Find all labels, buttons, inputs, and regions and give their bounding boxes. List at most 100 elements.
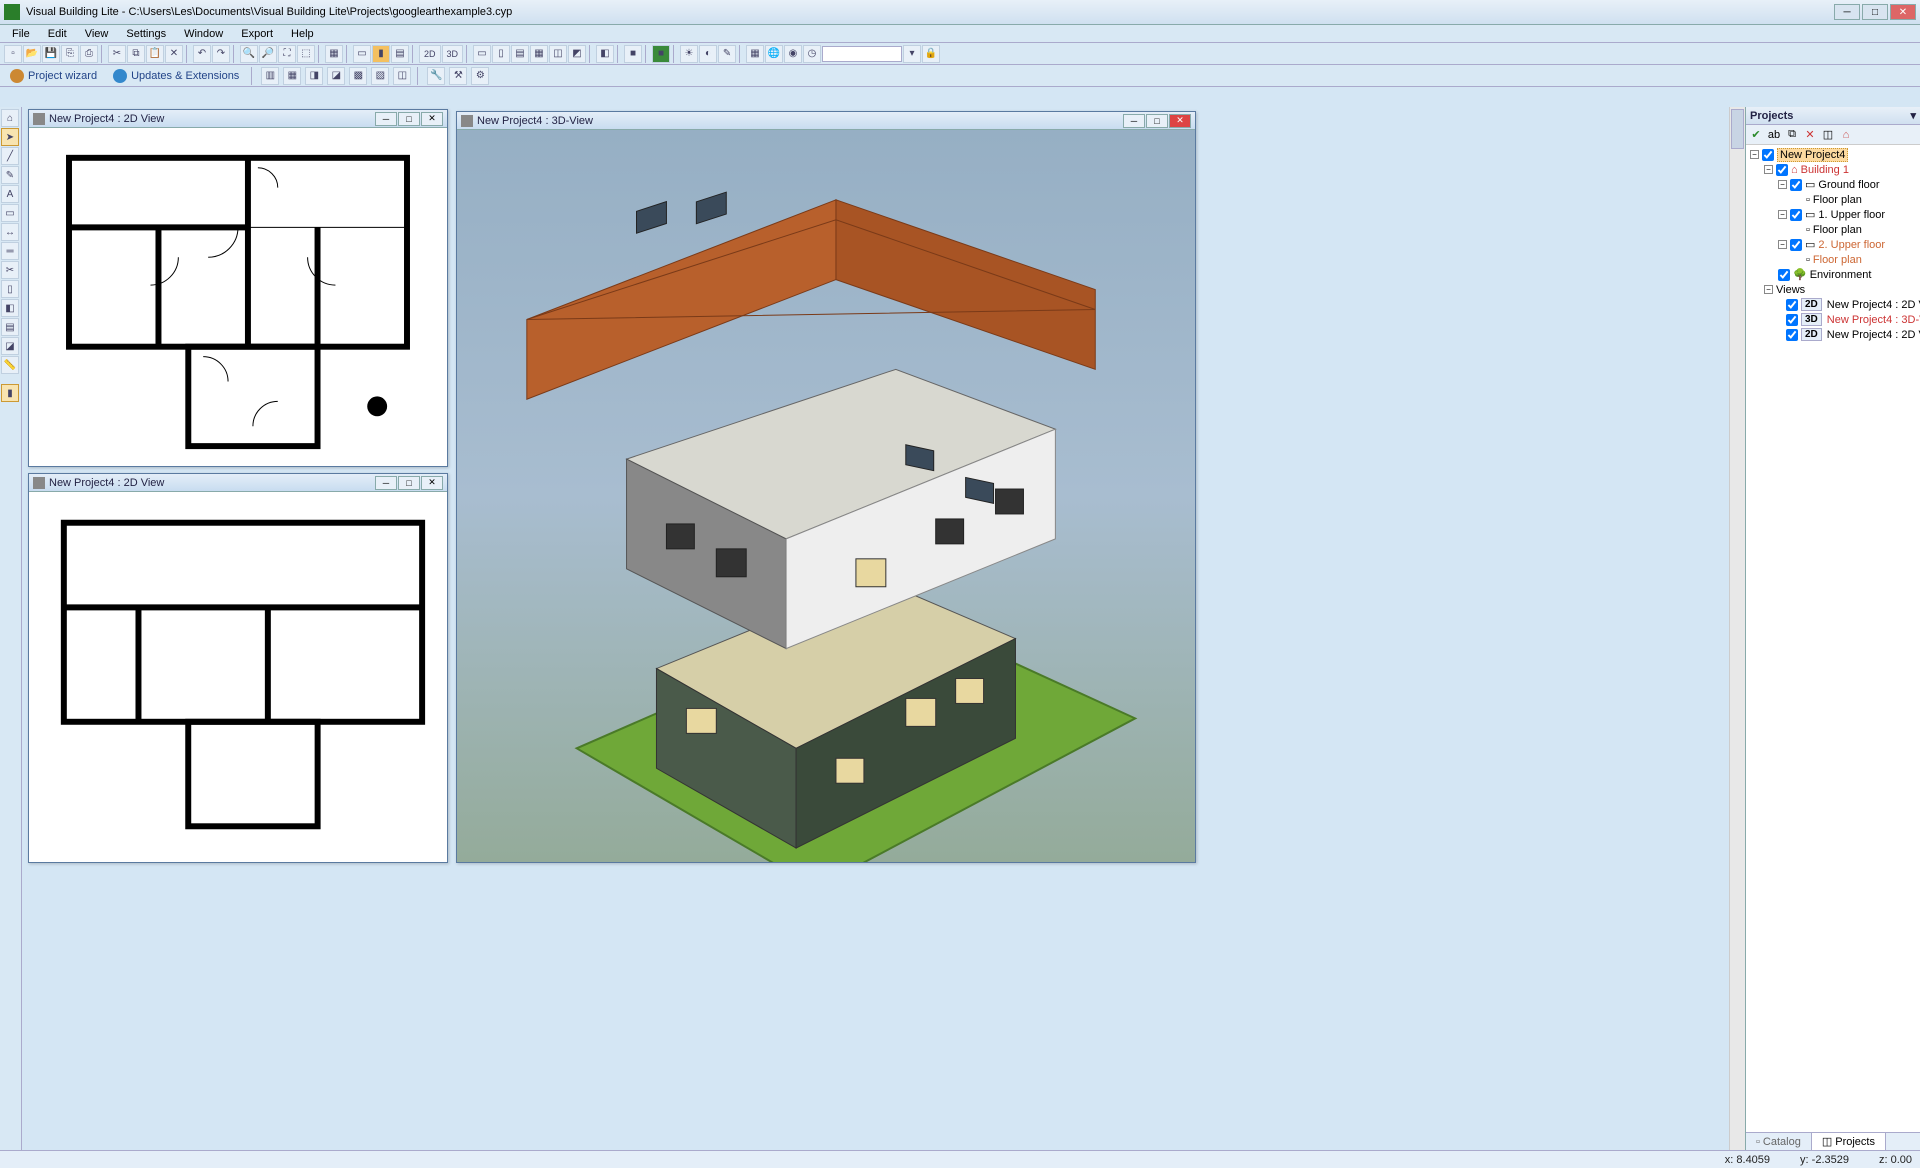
wall-tool-icon[interactable]: ▮	[372, 45, 390, 63]
lock-icon[interactable]: 🔒	[922, 45, 940, 63]
tool-b-icon[interactable]: ▦	[283, 67, 301, 85]
cursor-icon[interactable]: ▮	[1, 384, 19, 402]
close-button[interactable]: ✕	[421, 112, 443, 126]
tree-checkbox[interactable]	[1790, 239, 1802, 251]
max-button[interactable]: □	[398, 476, 420, 490]
solid-icon[interactable]: ◪	[1, 337, 19, 355]
tab-projects[interactable]: ◫Projects	[1812, 1133, 1886, 1150]
tree-checkbox[interactable]	[1786, 299, 1798, 311]
hatch-icon[interactable]: ▤	[391, 45, 409, 63]
tree-view3[interactable]: New Project4 : 2D View	[1827, 329, 1920, 341]
tree-env[interactable]: Environment	[1810, 269, 1872, 281]
collapse-icon[interactable]: −	[1778, 210, 1787, 219]
view-2d-button[interactable]: 2D	[419, 45, 441, 63]
menu-export[interactable]: Export	[233, 27, 281, 41]
layout-5-icon[interactable]: ◫	[549, 45, 567, 63]
layout-2-icon[interactable]: ▯	[492, 45, 510, 63]
tool-a-icon[interactable]: ▥	[261, 67, 279, 85]
tab-catalog[interactable]: ▫Catalog	[1746, 1133, 1812, 1150]
tree-upper1[interactable]: 1. Upper floor	[1818, 209, 1885, 221]
delete-icon[interactable]: ✕	[165, 45, 183, 63]
close-button[interactable]: ✕	[1890, 4, 1916, 20]
wand-icon[interactable]: ✎	[718, 45, 736, 63]
zoom-out-icon[interactable]: 🔎	[259, 45, 277, 63]
paste-icon[interactable]: 📋	[146, 45, 164, 63]
zoom-window-icon[interactable]: ⬚	[297, 45, 315, 63]
menu-help[interactable]: Help	[283, 27, 322, 41]
tree-view2[interactable]: New Project4 : 3D-View	[1827, 314, 1920, 326]
render-icon[interactable]: ■	[624, 45, 642, 63]
close-button[interactable]: ✕	[1169, 114, 1191, 128]
layout-3-icon[interactable]: ▤	[511, 45, 529, 63]
parallel-icon[interactable]: ═	[1, 242, 19, 260]
tree-views[interactable]: Views	[1776, 284, 1805, 296]
layer-icon[interactable]: ◧	[596, 45, 614, 63]
stairs-icon[interactable]: ▤	[1, 318, 19, 336]
line-icon[interactable]: ╱	[1, 147, 19, 165]
window-icon[interactable]: ▯	[1, 280, 19, 298]
select-icon[interactable]: ▭	[353, 45, 371, 63]
layout-1-icon[interactable]: ▭	[473, 45, 491, 63]
measure-icon[interactable]: 📏	[1, 356, 19, 374]
tool-f-icon[interactable]: ▧	[371, 67, 389, 85]
text-icon[interactable]: A	[1, 185, 19, 203]
hammer-icon[interactable]: ⚒	[449, 67, 467, 85]
tree-upper2[interactable]: 2. Upper floor	[1818, 239, 1885, 251]
shadow-icon[interactable]: ◐	[699, 45, 717, 63]
collapse-icon[interactable]: −	[1764, 165, 1773, 174]
check-icon[interactable]: ✔	[1748, 127, 1764, 143]
view-3d-button[interactable]: 3D	[442, 45, 464, 63]
door-icon[interactable]: ◧	[1, 299, 19, 317]
house-icon[interactable]: ⌂	[1, 109, 19, 127]
arrow-icon[interactable]: ➤	[1, 128, 19, 146]
tree-checkbox[interactable]	[1778, 269, 1790, 281]
collapse-icon[interactable]: −	[1778, 240, 1787, 249]
delete-icon[interactable]: ✕	[1802, 127, 1818, 143]
grid-icon[interactable]: ▦	[325, 45, 343, 63]
minimize-button[interactable]: ─	[1834, 4, 1860, 20]
copy-icon[interactable]: ⧉	[127, 45, 145, 63]
tree-checkbox[interactable]	[1786, 329, 1798, 341]
max-button[interactable]: □	[398, 112, 420, 126]
calc-icon[interactable]: ▦	[746, 45, 764, 63]
min-button[interactable]: ─	[375, 476, 397, 490]
saveall-icon[interactable]: ⎘	[61, 45, 79, 63]
home-icon[interactable]: ⌂	[1838, 127, 1854, 143]
project-wizard-button[interactable]: Project wizard	[4, 68, 103, 84]
tree-building[interactable]: Building 1	[1801, 164, 1849, 176]
menu-view[interactable]: View	[77, 27, 117, 41]
tree-checkbox[interactable]	[1790, 179, 1802, 191]
tool-g-icon[interactable]: ◫	[393, 67, 411, 85]
color-icon[interactable]: ■	[652, 45, 670, 63]
clock-icon[interactable]: ◷	[803, 45, 821, 63]
save-icon[interactable]: 💾	[42, 45, 60, 63]
dropdown-icon[interactable]: ▾	[903, 45, 921, 63]
tree-checkbox[interactable]	[1762, 149, 1774, 161]
maximize-button[interactable]: □	[1862, 4, 1888, 20]
open-icon[interactable]: 📂	[23, 45, 41, 63]
scale-input[interactable]	[822, 46, 902, 62]
rect-icon[interactable]: ▭	[1, 204, 19, 222]
tree-view1[interactable]: New Project4 : 2D View	[1827, 299, 1920, 311]
dimension-icon[interactable]: ↔	[1, 223, 19, 241]
light-icon[interactable]: ☀	[680, 45, 698, 63]
project-tree[interactable]: − New Project4 − ⌂ Building 1 − ▭ Ground…	[1746, 145, 1920, 1132]
menu-edit[interactable]: Edit	[40, 27, 75, 41]
plan-canvas-1[interactable]	[29, 128, 447, 466]
tree-checkbox[interactable]	[1776, 164, 1788, 176]
undo-icon[interactable]: ↶	[193, 45, 211, 63]
tree-checkbox[interactable]	[1790, 209, 1802, 221]
new-icon[interactable]: ▫	[4, 45, 22, 63]
globe-icon[interactable]: 🌐	[765, 45, 783, 63]
redo-icon[interactable]: ↷	[212, 45, 230, 63]
close-button[interactable]: ✕	[421, 476, 443, 490]
tree-root[interactable]: New Project4	[1777, 148, 1848, 162]
collapse-icon[interactable]: −	[1764, 285, 1773, 294]
cut-icon[interactable]: ✂	[1, 261, 19, 279]
tool-e-icon[interactable]: ▩	[349, 67, 367, 85]
tree-checkbox[interactable]	[1786, 314, 1798, 326]
cut-icon[interactable]: ✂	[108, 45, 126, 63]
tree-floorplan-1[interactable]: Floor plan	[1813, 224, 1862, 236]
workspace-scrollbar[interactable]	[1729, 107, 1745, 1150]
min-button[interactable]: ─	[1123, 114, 1145, 128]
